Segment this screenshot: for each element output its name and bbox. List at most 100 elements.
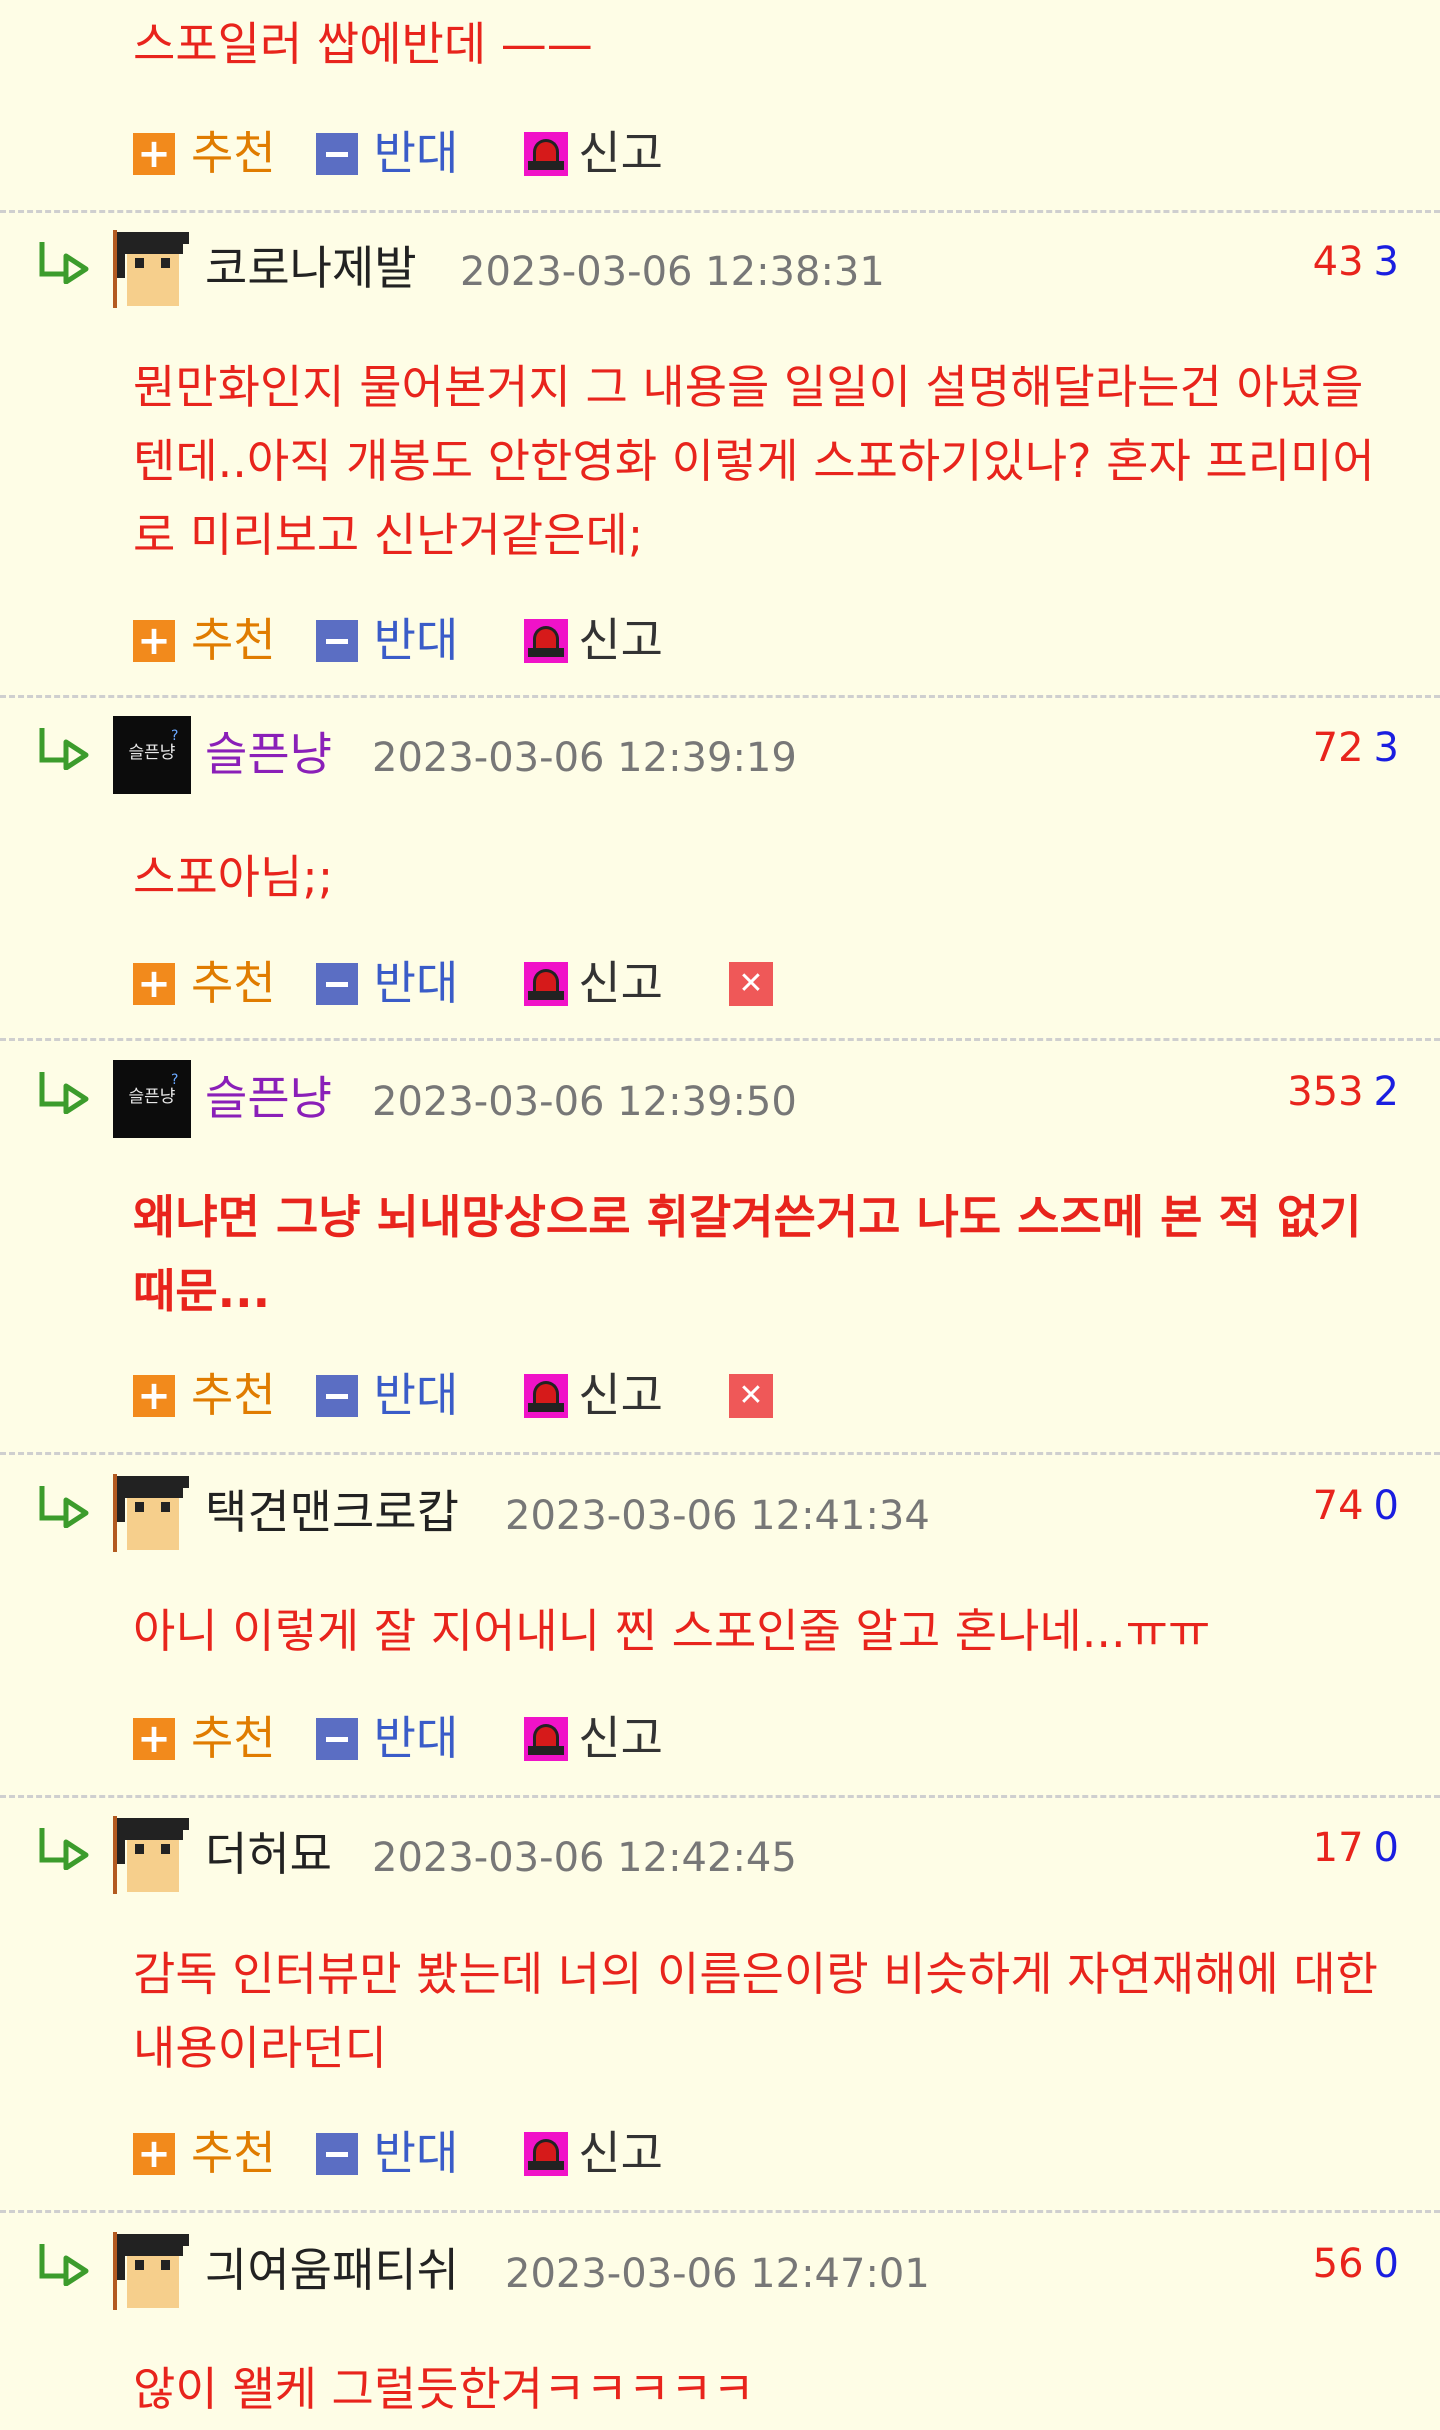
nickname[interactable]: 슬픈냥 — [205, 724, 332, 784]
upvote-count: 43 — [1312, 239, 1364, 285]
downvote-count: 0 — [1373, 1825, 1399, 1871]
upvote-count: 74 — [1312, 1483, 1364, 1529]
reply-arrow-icon — [39, 2244, 89, 2286]
minus-icon — [315, 1718, 358, 1760]
comment-date: 2023-03-06 12:42:45 — [372, 1835, 797, 1881]
report-button[interactable]: 신고 — [524, 604, 663, 670]
svg-text:?: ? — [171, 728, 178, 744]
downvote-count: 0 — [1373, 1483, 1399, 1529]
recommend-button[interactable]: + 추천 — [133, 2117, 276, 2183]
minus-icon — [315, 1375, 358, 1417]
upvote-count: 72 — [1312, 725, 1364, 771]
report-button[interactable]: 신고 — [524, 947, 663, 1013]
vote-counts: 17 0 — [1313, 1820, 1399, 1876]
nickname[interactable]: 택견맨크로캅 — [205, 1482, 459, 1542]
divider — [0, 1038, 1440, 1041]
comment-date: 2023-03-06 12:39:50 — [372, 1079, 797, 1125]
siren-icon — [524, 132, 569, 176]
comment-text: 감독 인터뷰만 봤는데 너의 이름은이랑 비슷하게 자연재해에 대한 내용이라던… — [133, 1947, 1378, 2075]
divider — [0, 695, 1440, 698]
comment-actions: + 추천 반대 신고 ✕ — [133, 1362, 773, 1422]
nickname[interactable]: 코로나제발 — [205, 238, 417, 298]
comment-header: 슬픈냥 ? 슬픈냥 2023-03-06 12:39:50 353 2 — [0, 1060, 1440, 1140]
plus-icon: + — [133, 1375, 175, 1417]
plus-icon: + — [133, 963, 175, 1005]
avatar-icon[interactable]: 슬픈냥 ? — [113, 1060, 191, 1138]
reply-arrow-icon — [39, 1072, 89, 1114]
avatar-icon[interactable] — [113, 230, 191, 308]
oppose-button[interactable]: 반대 — [315, 1359, 458, 1425]
svg-text:?: ? — [171, 1072, 178, 1088]
oppose-button[interactable]: 반대 — [315, 604, 458, 670]
divider — [0, 1452, 1440, 1455]
report-button[interactable]: 신고 — [524, 1702, 663, 1768]
comment-header: 긔여움패티쉬 2023-03-06 12:47:01 56 0 — [0, 2232, 1440, 2312]
comment-date: 2023-03-06 12:39:19 — [372, 735, 797, 781]
recommend-button[interactable]: + 추천 — [133, 1359, 276, 1425]
vote-counts: 74 0 — [1313, 1478, 1399, 1534]
reply-arrow-icon — [39, 242, 89, 284]
minus-icon — [315, 133, 358, 175]
svg-text:슬픈냥: 슬픈냥 — [129, 743, 176, 763]
comment-text: 스포일러 쌉에반데 —— — [133, 17, 593, 71]
siren-icon — [524, 962, 569, 1006]
comment-header: 코로나제발 2023-03-06 12:38:31 43 3 — [0, 230, 1440, 310]
oppose-button[interactable]: 반대 — [315, 2117, 458, 2183]
minus-icon — [315, 2133, 358, 2175]
siren-icon — [524, 1374, 569, 1418]
avatar-icon[interactable]: 슬픈냥 ? — [113, 716, 191, 794]
divider — [0, 1795, 1440, 1798]
upvote-count: 353 — [1287, 1069, 1364, 1115]
recommend-button[interactable]: + 추천 — [133, 947, 276, 1013]
close-icon: ✕ — [728, 962, 773, 1006]
minus-icon — [315, 963, 358, 1005]
vote-counts: 43 3 — [1313, 234, 1399, 290]
comment-text: 스포아님;; — [133, 850, 334, 904]
nickname[interactable]: 더허묘 — [205, 1824, 332, 1884]
reply-arrow-icon — [39, 1828, 89, 1870]
oppose-button[interactable]: 반대 — [315, 1702, 458, 1768]
comment-actions: + 추천 반대 신고 ✕ — [133, 950, 773, 1010]
avatar-icon[interactable] — [113, 1474, 191, 1552]
plus-icon: + — [133, 2133, 175, 2175]
delete-button[interactable]: ✕ — [728, 1366, 773, 1418]
downvote-count: 3 — [1373, 239, 1399, 285]
comment-header: 더허묘 2023-03-06 12:42:45 17 0 — [0, 1816, 1440, 1896]
avatar-icon[interactable] — [113, 1816, 191, 1894]
recommend-button[interactable]: + 추천 — [133, 1702, 276, 1768]
downvote-count: 2 — [1373, 1069, 1399, 1115]
reply-arrow-icon — [39, 1486, 89, 1528]
comment-text: 왜냐면 그냥 뇌내망상으로 휘갈겨쓴거고 나도 스즈메 본 적 없기 때문... — [133, 1190, 1362, 1318]
close-icon: ✕ — [728, 1374, 773, 1418]
recommend-button[interactable]: + 추천 — [133, 117, 276, 183]
vote-counts: 72 3 — [1313, 720, 1399, 776]
delete-button[interactable]: ✕ — [728, 954, 773, 1006]
plus-icon: + — [133, 133, 175, 175]
vote-counts: 56 0 — [1313, 2236, 1399, 2292]
plus-icon: + — [133, 620, 175, 662]
comment-date: 2023-03-06 12:41:34 — [505, 1493, 930, 1539]
nickname[interactable]: 긔여움패티쉬 — [205, 2240, 459, 2300]
report-button[interactable]: 신고 — [524, 2117, 663, 2183]
comment-header: 슬픈냥 ? 슬픈냥 2023-03-06 12:39:19 72 3 — [0, 716, 1440, 796]
minus-icon — [315, 620, 358, 662]
comment-actions: + 추천 반대 신고 — [133, 2120, 663, 2180]
siren-icon — [524, 619, 569, 663]
siren-icon — [524, 1717, 569, 1761]
avatar-icon[interactable] — [113, 2232, 191, 2310]
comment-text: 아니 이렇게 잘 지어내니 찐 스포인줄 알고 혼나네...ㅠㅠ — [133, 1604, 1211, 1658]
recommend-button[interactable]: + 추천 — [133, 604, 276, 670]
upvote-count: 56 — [1312, 2241, 1364, 2287]
nickname[interactable]: 슬픈냥 — [205, 1068, 332, 1128]
comment-text: 뭔만화인지 물어본거지 그 내용을 일일이 설명해달라는건 아녔을텐데..아직 … — [133, 360, 1375, 562]
report-button[interactable]: 신고 — [524, 1359, 663, 1425]
comment-header: 택견맨크로캅 2023-03-06 12:41:34 74 0 — [0, 1474, 1440, 1554]
comment-text: 않이 왤케 그럴듯한겨ㅋㅋㅋㅋㅋ — [133, 2362, 755, 2416]
oppose-button[interactable]: 반대 — [315, 947, 458, 1013]
comment-actions: + 추천 반대 신고 — [133, 1705, 663, 1765]
comment-actions: + 추천 반대 신고 — [133, 120, 663, 180]
oppose-button[interactable]: 반대 — [315, 117, 458, 183]
upvote-count: 17 — [1312, 1825, 1364, 1871]
report-button[interactable]: 신고 — [524, 117, 663, 183]
vote-counts: 353 2 — [1287, 1064, 1399, 1120]
